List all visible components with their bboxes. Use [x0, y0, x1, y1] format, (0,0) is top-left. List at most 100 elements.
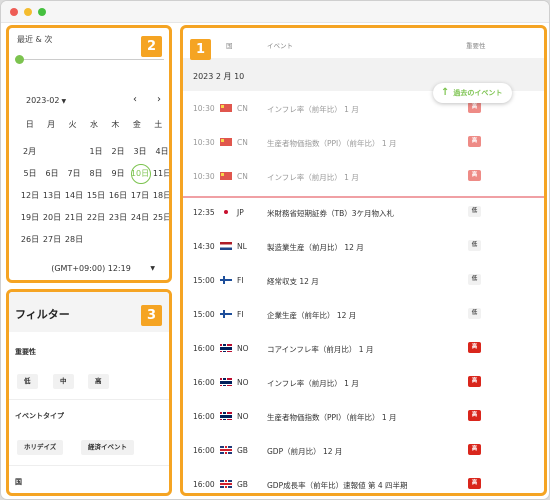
- past-events-button[interactable]: ↑ 過去のイベント: [433, 83, 513, 103]
- divider: [9, 399, 169, 400]
- event-row[interactable]: 16:00 NO インフレ率（前月比） 1 月 高: [183, 365, 544, 399]
- weekday-label: 日: [25, 120, 34, 129]
- calendar-day[interactable]: 2日: [107, 145, 129, 159]
- weekday-label: 金: [132, 120, 141, 129]
- importance-mid-chip[interactable]: 中: [53, 374, 74, 389]
- event-row[interactable]: 14:30 NL 製造業生産（前月比） 12 月 低: [183, 229, 544, 263]
- calendar-day[interactable]: 25日: [151, 211, 169, 225]
- event-row[interactable]: 10:30 CN インフレ率（前月比） 1 月 高: [183, 159, 544, 193]
- next-month-button[interactable]: ›: [157, 94, 161, 105]
- calendar-day[interactable]: 17日: [129, 189, 151, 203]
- calendar-panel: 2 最近 & 次 2023-02 ▼ ‹ › 日月火水木金土 2月 1日 2日 3日 4日…: [6, 25, 172, 283]
- calendar-day-today[interactable]: 10日: [129, 164, 151, 184]
- maximize-window-button[interactable]: [38, 8, 46, 16]
- timezone-select[interactable]: (GMT+09:00) 12:19 ▼: [15, 260, 167, 278]
- title-bar: [1, 1, 549, 23]
- event-row[interactable]: 12:35 JP 米財務省短期証券（TB）3ケ月物入札 低: [183, 195, 544, 229]
- importance-label: 重要性: [15, 348, 36, 356]
- past-events-label: 過去のイベント: [453, 89, 503, 97]
- event-country-code: CN: [237, 172, 248, 181]
- weekday-header: 日月火水木金土: [19, 119, 169, 130]
- calendar-day[interactable]: 12日: [19, 189, 41, 203]
- calendar-day[interactable]: 3日: [129, 145, 151, 159]
- calendar-day[interactable]: 16日: [107, 189, 129, 203]
- prev-month-button[interactable]: ‹: [133, 94, 137, 105]
- event-name: インフレ率（前月比） 1 月: [267, 173, 359, 182]
- calendar-day[interactable]: 11日: [151, 167, 169, 181]
- calendar-day[interactable]: 1日: [85, 145, 107, 159]
- importance-badge: 高: [468, 170, 481, 181]
- calendar-day[interactable]: 9日: [107, 167, 129, 181]
- event-name: コアインフレ率（前月比） 1 月: [267, 345, 374, 354]
- event-time: 16:00: [193, 378, 215, 387]
- column-header-event: イベント: [267, 42, 293, 50]
- month-select[interactable]: 2023-02 ▼: [26, 96, 66, 105]
- event-row[interactable]: 16:00 NO コアインフレ率（前月比） 1 月 高: [183, 331, 544, 365]
- calendar-day[interactable]: 6日: [41, 167, 63, 181]
- range-mode-label: 最近 & 次: [17, 35, 53, 44]
- weekday-label: 月: [47, 120, 56, 129]
- event-time: 16:00: [193, 480, 215, 489]
- event-time: 15:00: [193, 276, 215, 285]
- calendar-day[interactable]: 15日: [85, 189, 107, 203]
- cn-flag-icon: [220, 172, 232, 180]
- event-row[interactable]: 16:00 NO 生産者物価指数（PPI）（前年比） 1 月 高: [183, 399, 544, 433]
- event-row[interactable]: 10:30 CN 生産者物価指数（PPI）（前年比） 1 月 高: [183, 125, 544, 159]
- importance-high-chip[interactable]: 高: [88, 374, 109, 389]
- importance-badge: 高: [468, 376, 481, 387]
- event-type-economic-chip[interactable]: 経済イベント: [81, 440, 134, 455]
- calendar-day[interactable]: 7日: [63, 167, 85, 181]
- calendar-day[interactable]: 13日: [41, 189, 63, 203]
- calendar-day[interactable]: 8日: [85, 167, 107, 181]
- event-country-code: NO: [237, 412, 249, 421]
- event-country-code: NO: [237, 344, 249, 353]
- range-slider-handle[interactable]: [15, 55, 24, 64]
- calendar-day[interactable]: 27日: [41, 233, 63, 247]
- importance-low-chip[interactable]: 低: [17, 374, 38, 389]
- minimize-window-button[interactable]: [24, 8, 32, 16]
- event-name: インフレ率（前年比） 1 月: [267, 105, 359, 114]
- calendar-day[interactable]: 19日: [19, 211, 41, 225]
- calendar-day[interactable]: 14日: [63, 189, 85, 203]
- event-name: 生産者物価指数（PPI）（前年比） 1 月: [267, 139, 397, 148]
- arrow-up-icon: ↑: [441, 87, 450, 98]
- event-row[interactable]: 15:00 FI 経常収支 12 月 低: [183, 263, 544, 297]
- calendar-day[interactable]: 4日: [151, 145, 169, 159]
- calendar-week-row: 26日 27日 28日: [19, 229, 169, 251]
- filter-panel: 3 フィルター 重要性 低 中 高 イベントタイプ ホリデイズ 経済イベント 国: [6, 289, 172, 496]
- gb-flag-icon: [220, 480, 232, 488]
- event-country-code: GB: [237, 446, 248, 455]
- nl-flag-icon: [220, 242, 232, 250]
- event-name: 米財務省短期証券（TB）3ケ月物入札: [267, 209, 394, 218]
- event-time: 15:00: [193, 310, 215, 319]
- cn-flag-icon: [220, 104, 232, 112]
- importance-badge: 高: [468, 410, 481, 421]
- calendar-day[interactable]: 28日: [63, 233, 85, 247]
- event-row[interactable]: 15:00 FI 企業生産（前年比） 12 月 低: [183, 297, 544, 331]
- calendar-day[interactable]: 22日: [85, 211, 107, 225]
- event-row[interactable]: 16:00 GB GDP成長率（前年比）速報値 第 4 四半期 高: [183, 467, 544, 493]
- weekday-label: 火: [68, 120, 77, 129]
- weekday-label: 水: [89, 120, 98, 129]
- event-row[interactable]: 16:00 GB GDP（前月比） 12 月 高: [183, 433, 544, 467]
- caret-down-icon: ▼: [61, 98, 67, 105]
- calendar-day[interactable]: 5日: [19, 167, 41, 181]
- event-type-holidays-chip[interactable]: ホリデイズ: [17, 440, 64, 455]
- fi-flag-icon: [220, 276, 232, 284]
- callout-badge-1: 1: [190, 39, 211, 60]
- event-country-code: JP: [237, 208, 244, 217]
- close-window-button[interactable]: [10, 8, 18, 16]
- calendar-day[interactable]: 26日: [19, 233, 41, 247]
- calendar-day[interactable]: 20日: [41, 211, 63, 225]
- current-time-line: [183, 196, 544, 198]
- country-label: 国: [15, 478, 22, 486]
- callout-badge-3: 3: [141, 305, 162, 326]
- calendar-day[interactable]: 24日: [129, 211, 151, 225]
- calendar-day[interactable]: 18日: [151, 189, 169, 203]
- range-slider-track[interactable]: [19, 59, 164, 60]
- calendar-day[interactable]: 23日: [107, 211, 129, 225]
- event-type-label: イベントタイプ: [15, 412, 64, 420]
- calendar-day[interactable]: 21日: [63, 211, 85, 225]
- calendar-grid: 2月 1日 2日 3日 4日 5日 6日 7日 8日 9日 10日 11日 12日 13日 14日 15日 16…: [19, 141, 169, 251]
- fi-flag-icon: [220, 310, 232, 318]
